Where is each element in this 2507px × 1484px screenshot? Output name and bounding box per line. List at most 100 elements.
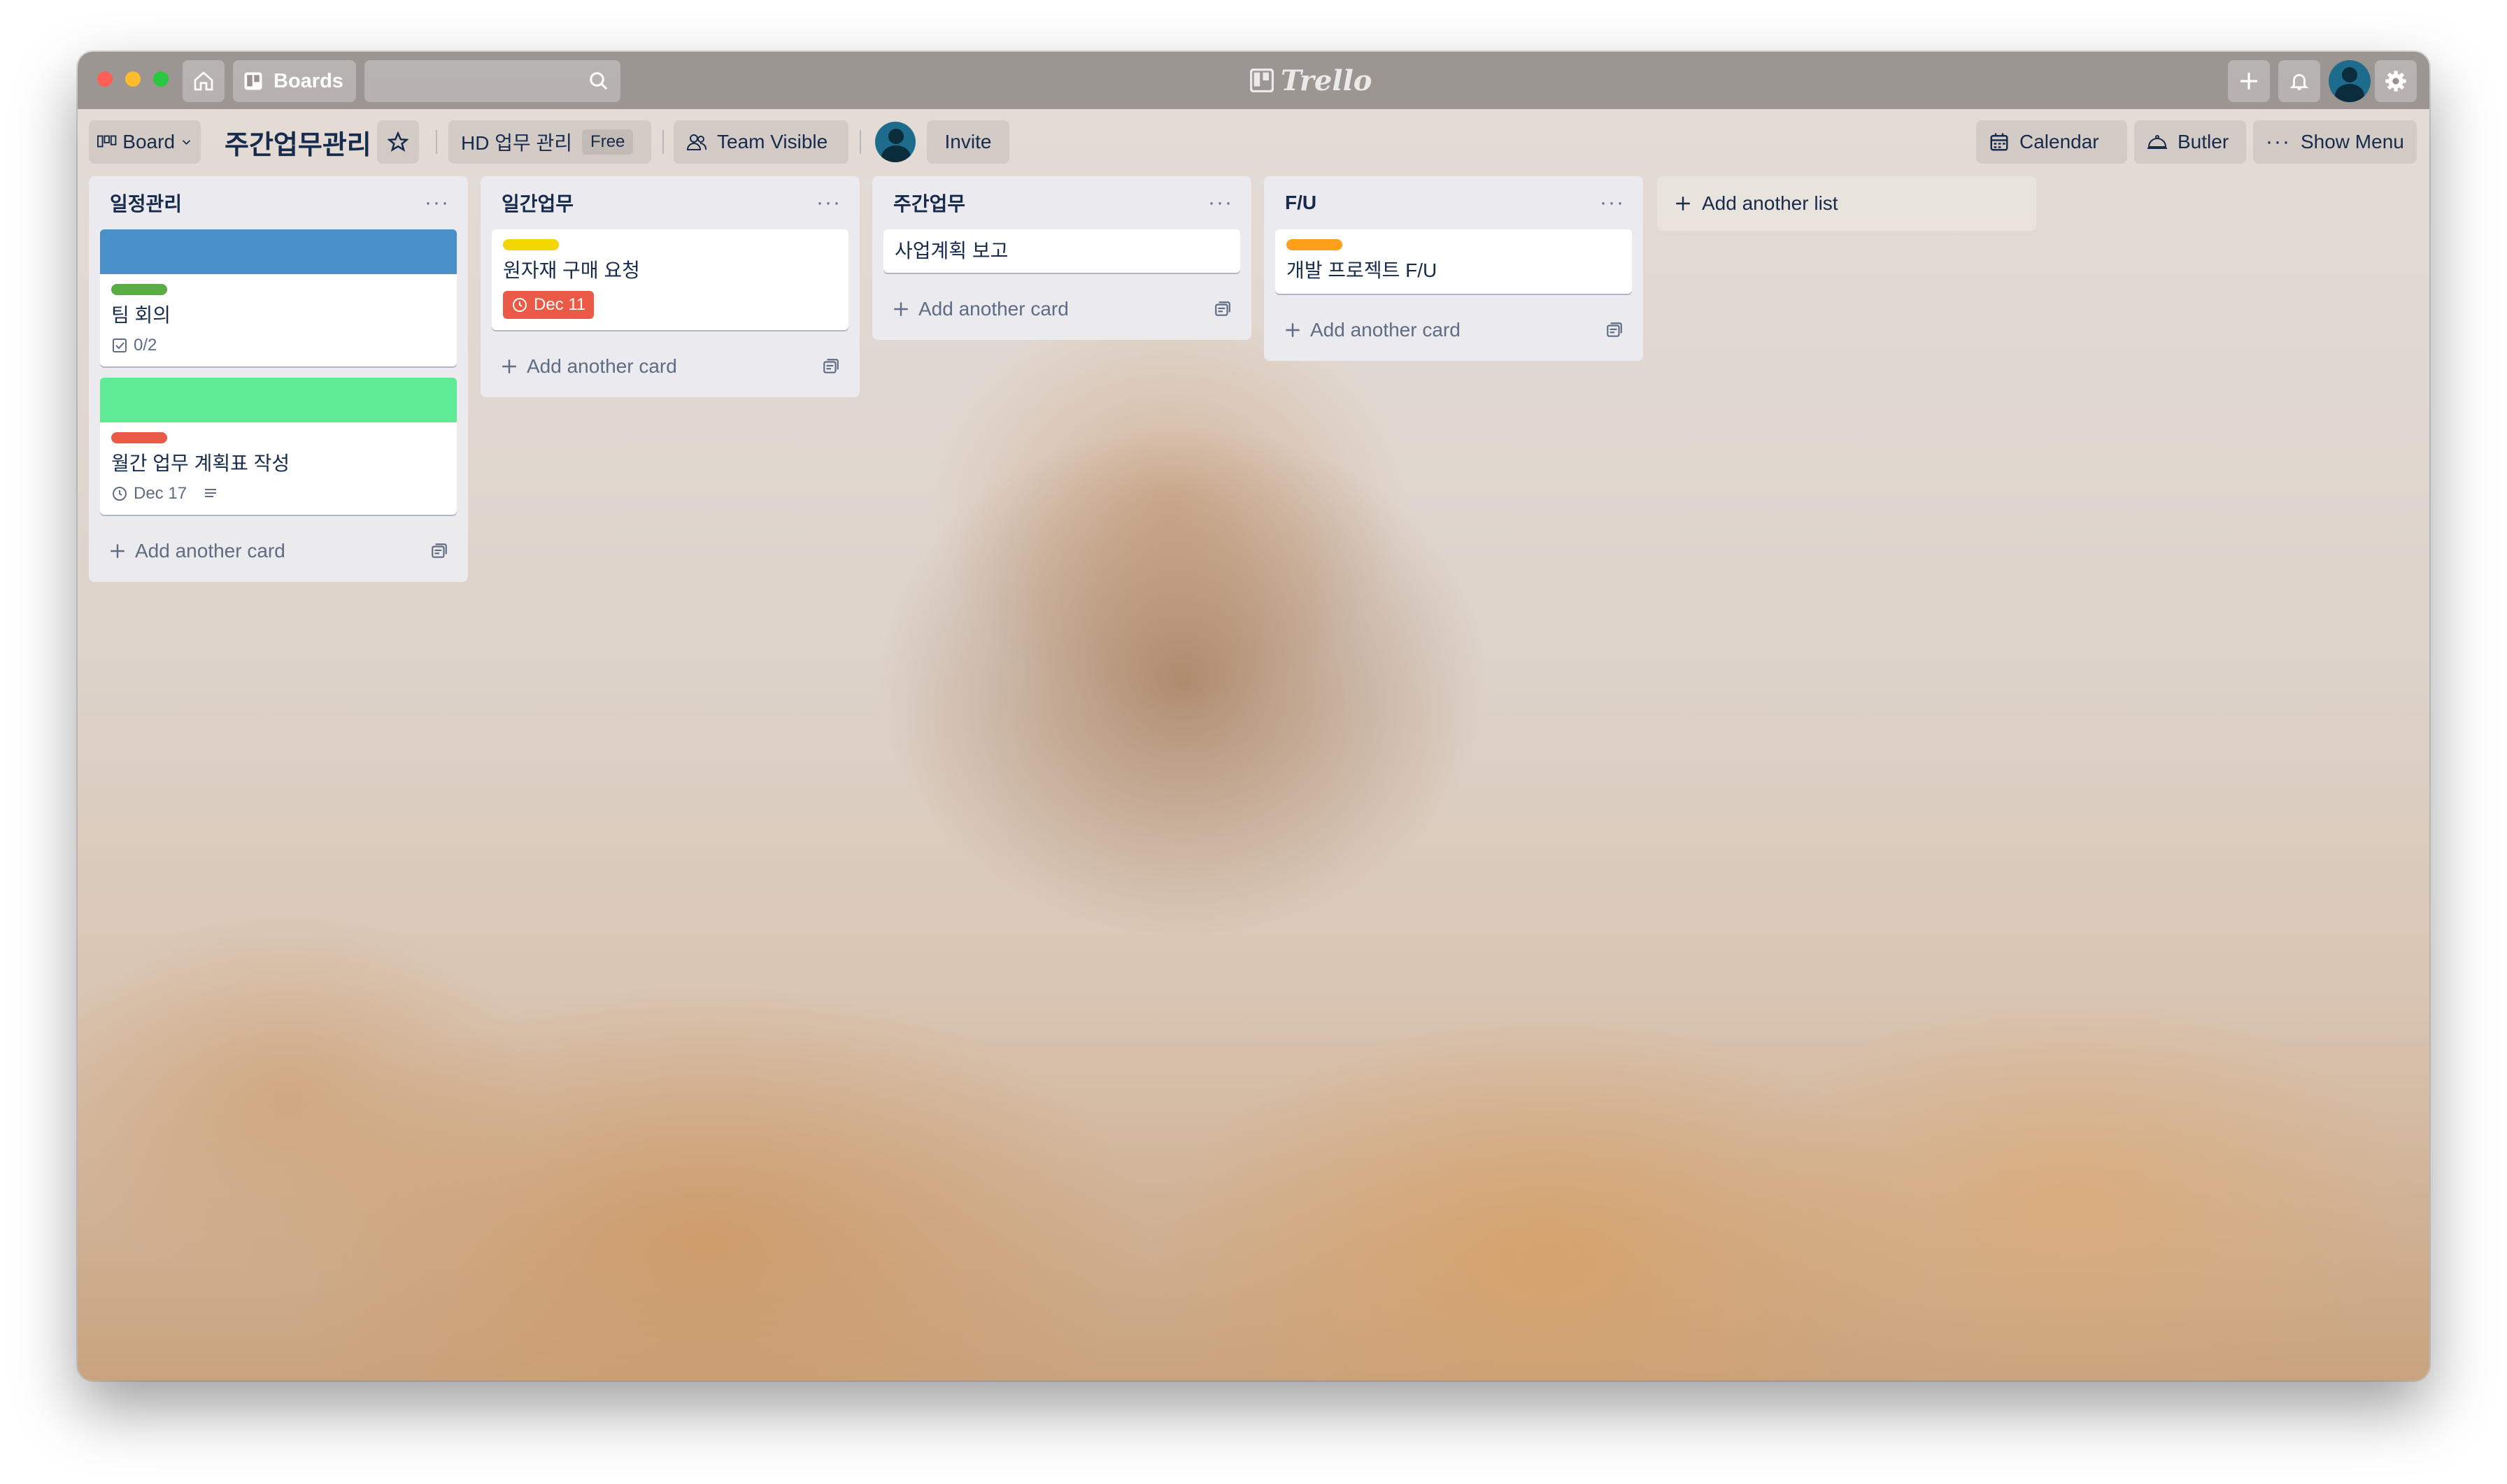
clock-icon <box>513 298 527 312</box>
settings-button[interactable] <box>2375 60 2417 102</box>
card-label-red[interactable] <box>111 432 167 443</box>
add-card-label: Add another card <box>135 540 285 562</box>
card-title: 개발 프로젝트 F/U <box>1286 259 1437 281</box>
plan-badge: Free <box>582 129 634 155</box>
member-avatar-button[interactable] <box>2329 60 2371 102</box>
team-name: HD 업무 관리 <box>461 132 573 154</box>
card-template-icon[interactable] <box>822 357 840 376</box>
card-title: 월간 업무 계획표 작성 <box>111 452 290 474</box>
butler-button[interactable]: Butler <box>2134 120 2246 164</box>
avatar <box>875 122 916 162</box>
card-template-icon[interactable] <box>430 542 448 560</box>
description-icon <box>205 489 217 497</box>
board-title[interactable]: 주간업무관리 <box>225 120 371 164</box>
star-icon <box>388 131 409 152</box>
more-icon: ··· <box>2266 130 2291 153</box>
card-title: 사업계획 보고 <box>895 240 1009 262</box>
search-input[interactable] <box>364 60 620 102</box>
visibility-label: Team Visible <box>717 131 828 152</box>
header-divider <box>662 130 664 154</box>
description-badge <box>202 485 219 502</box>
notifications-button[interactable] <box>2278 60 2320 102</box>
plus-icon <box>894 302 908 316</box>
boards-button[interactable]: Boards <box>233 60 356 102</box>
plus-icon <box>1676 197 1690 211</box>
card-title: 팀 회의 <box>111 304 171 326</box>
list-title[interactable]: F/U <box>1275 192 1316 214</box>
home-icon <box>194 71 213 91</box>
calendar-button[interactable]: Calendar <box>1976 120 2127 164</box>
add-list-label: Add another list <box>1702 192 1838 214</box>
plus-icon <box>111 544 125 558</box>
list-menu-button[interactable]: ··· <box>1600 191 1632 215</box>
card-label-orange[interactable] <box>1286 239 1342 250</box>
card[interactable]: 팀 회의 0/2 <box>100 229 457 366</box>
board-view-label: Board <box>122 131 176 152</box>
card[interactable]: 원자재 구매 요청 Dec 11 <box>492 229 848 330</box>
header-divider <box>436 130 437 154</box>
list-일정관리: 일정관리 ··· 팀 회의 0/2 월간 업무 계획표 작성 Dec 17 Ad… <box>89 176 468 582</box>
card-template-icon[interactable] <box>1605 321 1624 339</box>
invite-label: Invite <box>944 131 992 152</box>
app-window: Boards Trello Board 주간업무관리 HD 업무 관리 Free… <box>78 52 2429 1380</box>
list-header: 일간업무 ··· <box>492 176 848 229</box>
search-icon <box>590 72 608 90</box>
list-title[interactable]: 일정관리 <box>100 189 182 217</box>
visibility-button[interactable]: Team Visible <box>674 120 848 164</box>
calendar-label: Calendar <box>2019 131 2099 152</box>
list-header: 일정관리 ··· <box>100 176 457 229</box>
list-menu-button[interactable]: ··· <box>425 191 457 215</box>
add-card-button[interactable]: Add another card <box>100 526 457 576</box>
gear-icon <box>2385 71 2406 92</box>
trello-logo[interactable]: Trello <box>1250 64 1372 97</box>
list-title[interactable]: 일간업무 <box>492 189 574 217</box>
show-menu-button[interactable]: ··· Show Menu <box>2253 120 2417 164</box>
list-일간업무: 일간업무 ··· 원자재 구매 요청 Dec 11 Add another ca… <box>481 176 860 397</box>
add-card-button[interactable]: Add another card <box>1275 305 1632 355</box>
list-주간업무: 주간업무 ··· 사업계획 보고 Add another card <box>872 176 1251 340</box>
card-label-yellow[interactable] <box>503 239 559 250</box>
list-fu: F/U ··· 개발 프로젝트 F/U Add another card <box>1264 176 1643 361</box>
add-card-label: Add another card <box>527 355 677 377</box>
bell-icon <box>2289 73 2309 90</box>
board-view-icon <box>97 135 117 148</box>
home-button[interactable] <box>183 60 225 102</box>
plus-icon <box>502 359 516 373</box>
list-header: 주간업무 ··· <box>883 176 1240 229</box>
plus-icon <box>2240 73 2257 90</box>
close-window-button[interactable] <box>97 71 113 87</box>
list-menu-button[interactable]: ··· <box>816 191 848 215</box>
card[interactable]: 월간 업무 계획표 작성 Dec 17 <box>100 378 457 515</box>
card[interactable]: 개발 프로젝트 F/U <box>1275 229 1632 294</box>
board-member-avatar[interactable] <box>875 122 916 162</box>
butler-label: Butler <box>2178 131 2229 152</box>
invite-button[interactable]: Invite <box>927 120 1009 164</box>
add-list-button[interactable]: Add another list <box>1657 176 2036 231</box>
team-visibility-icon <box>686 134 707 150</box>
board-view-switcher[interactable]: Board <box>89 120 201 164</box>
butler-icon <box>2147 135 2167 149</box>
calendar-icon <box>1990 133 2008 151</box>
list-menu-button[interactable]: ··· <box>1208 191 1240 215</box>
add-card-label: Add another card <box>918 298 1069 320</box>
create-button[interactable] <box>2228 60 2270 102</box>
show-menu-label: Show Menu <box>2300 131 2404 152</box>
add-card-button[interactable]: Add another card <box>883 284 1240 334</box>
card-cover <box>100 229 457 274</box>
title-bar: Boards Trello <box>78 52 2429 109</box>
header-divider <box>860 130 861 154</box>
card-label-green[interactable] <box>111 284 167 295</box>
team-button[interactable]: HD 업무 관리 Free <box>448 120 651 164</box>
add-card-label: Add another card <box>1310 319 1461 341</box>
list-title[interactable]: 주간업무 <box>883 189 965 217</box>
due-date-badge[interactable]: Dec 11 <box>503 291 595 319</box>
card-template-icon[interactable] <box>1214 300 1232 318</box>
clock-icon <box>113 487 127 501</box>
list-header: F/U ··· <box>1275 176 1632 229</box>
add-card-button[interactable]: Add another card <box>492 341 848 392</box>
minimize-window-button[interactable] <box>125 71 141 87</box>
checklist-count: 0/2 <box>134 336 157 355</box>
maximize-window-button[interactable] <box>153 71 169 87</box>
star-board-button[interactable] <box>377 120 419 164</box>
card[interactable]: 사업계획 보고 <box>883 229 1240 273</box>
